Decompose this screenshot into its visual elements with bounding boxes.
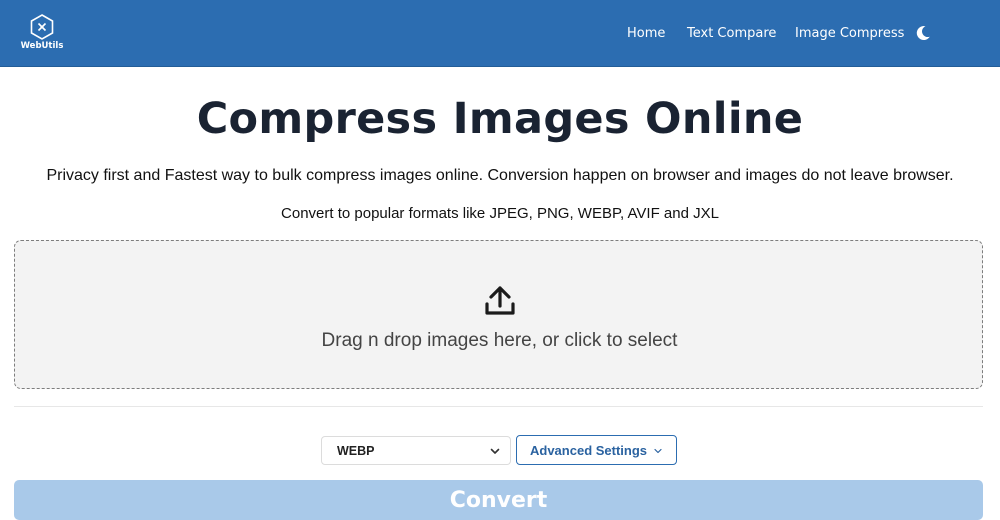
page-subtitle: Privacy first and Fastest way to bulk co… [46, 167, 954, 184]
advanced-settings-label: Advanced Settings [530, 443, 648, 458]
upload-icon [485, 286, 515, 315]
nav-link-home[interactable]: Home [627, 26, 665, 41]
section-divider [14, 406, 983, 407]
chevron-down-icon [654, 448, 662, 454]
image-dropzone[interactable]: Drag n drop images here, or click to sel… [14, 240, 983, 389]
convert-button[interactable]: Convert [14, 480, 983, 520]
brand-name: WebUtils [20, 41, 64, 51]
convert-button-label: Convert [449, 488, 548, 513]
brand-logo-link[interactable]: WebUtils [20, 12, 64, 56]
nav-link-text-compare[interactable]: Text Compare [687, 26, 776, 41]
advanced-settings-button[interactable]: Advanced Settings [516, 435, 677, 465]
format-select-value: WEBP [337, 444, 375, 458]
chevron-down-icon [490, 448, 500, 454]
dropzone-text: Drag n drop images here, or click to sel… [321, 330, 678, 351]
format-select[interactable]: WEBP [321, 436, 511, 465]
moon-icon[interactable] [914, 24, 932, 42]
formats-description: Convert to popular formats like JPEG, PN… [281, 205, 719, 222]
page-title: Compress Images Online [196, 94, 804, 144]
nav-link-image-compress[interactable]: Image Compress [795, 26, 904, 41]
webutils-logo-icon [30, 14, 54, 40]
top-navbar: WebUtils Home Text Compare Image Compres… [0, 0, 1000, 67]
